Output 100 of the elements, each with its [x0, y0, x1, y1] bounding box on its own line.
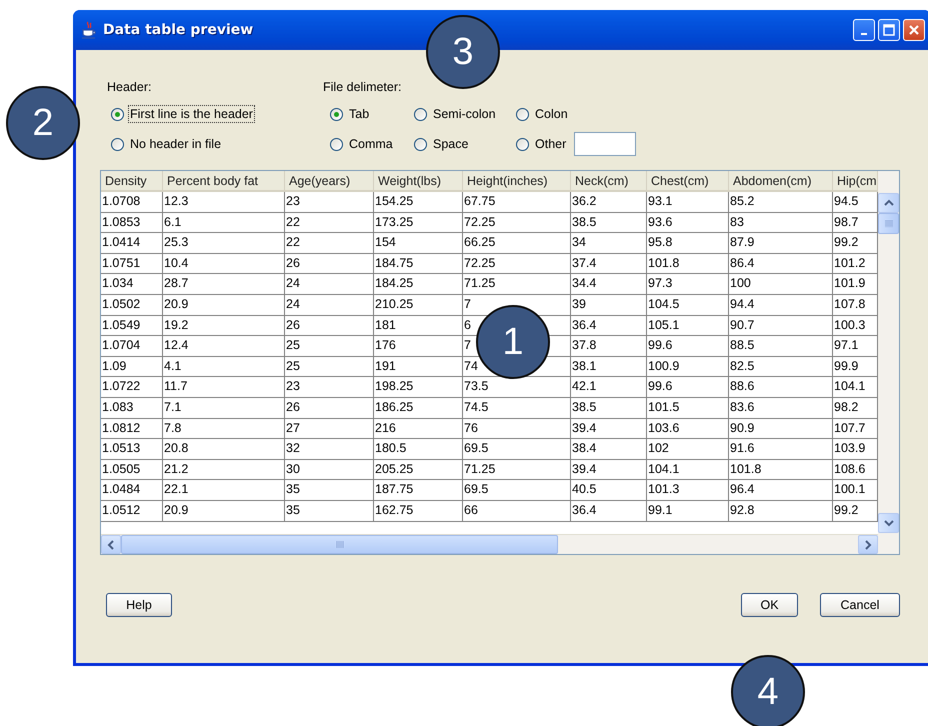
table-cell: 34.4: [571, 274, 647, 295]
table-cell: 69.5: [463, 439, 571, 460]
radio-option[interactable]: Space: [414, 129, 470, 159]
table-cell: 88.6: [729, 377, 833, 398]
horizontal-scrollbar[interactable]: [101, 534, 878, 554]
table-cell: 4.1: [163, 356, 285, 378]
table-cell: 67.75: [463, 192, 571, 213]
dialog-button[interactable]: Cancel: [820, 593, 900, 617]
table-cell: 22.1: [163, 480, 285, 501]
table-cell: 87.9: [729, 233, 833, 254]
table-cell: 22: [285, 233, 374, 254]
table-cell: 1.0549: [101, 316, 163, 336]
column-header[interactable]: Age(years): [285, 171, 374, 192]
column-header[interactable]: Chest(cm): [647, 171, 729, 192]
table-cell: 12.3: [163, 192, 285, 213]
table-cell: 105.1: [647, 316, 729, 336]
minimize-icon: [861, 33, 867, 35]
table-cell: 83: [729, 212, 833, 234]
table-cell: 1.0853: [101, 212, 163, 234]
table-cell: 39.4: [571, 418, 647, 440]
vertical-scrollbar[interactable]: [878, 171, 899, 554]
table-cell: 11.7: [163, 377, 285, 398]
column-header[interactable]: Weight(lbs): [374, 171, 463, 192]
table-cell: 37.4: [571, 254, 647, 274]
grip-icon: [336, 541, 344, 548]
table-cell: 93.6: [647, 212, 729, 234]
table-cell: 1.0751: [101, 254, 163, 274]
column-header[interactable]: Percent body fat: [163, 171, 285, 192]
close-button[interactable]: [903, 19, 925, 41]
table-cell: 100: [729, 274, 833, 295]
column-header[interactable]: Neck(cm): [571, 171, 647, 192]
callout-badge: 2: [6, 86, 80, 160]
table-cell: 36.4: [571, 316, 647, 336]
table-cell: 1.0708: [101, 192, 163, 213]
table-cell: 162.75: [374, 500, 463, 522]
radio-circle[interactable]: [516, 108, 529, 120]
table-cell: 35: [285, 480, 374, 501]
table-cell: 83.6: [729, 398, 833, 419]
table-cell: 20.8: [163, 439, 285, 460]
minimize-button[interactable]: [853, 19, 875, 41]
help-button[interactable]: Help: [106, 593, 172, 617]
table-cell: 32: [285, 439, 374, 460]
table-cell: 180.5: [374, 439, 463, 460]
table-cell: 184.75: [374, 254, 463, 274]
radio-option[interactable]: Tab: [330, 99, 372, 129]
table-cell: 23: [285, 192, 374, 213]
other-delimiter-field[interactable]: [574, 132, 636, 156]
table-cell: 74.5: [463, 398, 571, 419]
radio-option[interactable]: Other: [516, 129, 568, 159]
table-cell: 38.5: [571, 398, 647, 419]
table-cell: 1.0502: [101, 294, 163, 316]
table-cell: 10.4: [163, 254, 285, 274]
table-cell: 38.5: [571, 212, 647, 234]
radio-option[interactable]: First line is the header: [111, 99, 323, 129]
table-cell: 26: [285, 398, 374, 419]
radio-circle[interactable]: [111, 138, 124, 150]
radio-circle[interactable]: [330, 138, 343, 150]
radio-circle[interactable]: [414, 108, 427, 120]
table-cell: 1.0484: [101, 480, 163, 501]
window-title: Data table preview: [103, 22, 254, 38]
table-cell: 7.8: [163, 418, 285, 440]
table-cell: 36.4: [571, 500, 647, 522]
table-cell: 69.5: [463, 480, 571, 501]
table-cell: 1.0812: [101, 418, 163, 440]
radio-circle[interactable]: [330, 108, 343, 120]
table-cell: 173.25: [374, 212, 463, 234]
table-cell: 176: [374, 336, 463, 357]
header-label: Header:: [107, 80, 152, 94]
table-cell: 72.25: [463, 254, 571, 274]
maximize-button[interactable]: [878, 19, 900, 41]
column-header[interactable]: Height(inches): [463, 171, 571, 192]
table-cell: 101.5: [647, 398, 729, 419]
table-cell: 1.0704: [101, 336, 163, 357]
table-cell: 34: [571, 233, 647, 254]
column-header[interactable]: Abdomen(cm): [729, 171, 833, 192]
table-cell: 21.2: [163, 460, 285, 480]
radio-option[interactable]: Comma: [330, 129, 395, 159]
table-cell: 37.8: [571, 336, 647, 357]
dialog-button[interactable]: OK: [741, 593, 798, 617]
radio-option[interactable]: No header in file: [111, 129, 323, 159]
radio-option[interactable]: Colon: [516, 99, 570, 129]
delimiter-label: File delimeter:: [323, 80, 402, 94]
radio-circle[interactable]: [111, 108, 124, 120]
table-cell: 66.25: [463, 233, 571, 254]
table-cell: 85.2: [729, 192, 833, 213]
table-cell: 1.0512: [101, 500, 163, 522]
column-header[interactable]: Density: [101, 171, 163, 192]
table-cell: 1.09: [101, 356, 163, 378]
column-header[interactable]: Hip(cm: [833, 171, 878, 192]
table-cell: 100.9: [647, 356, 729, 378]
radio-circle[interactable]: [414, 138, 427, 150]
table-cell: 30: [285, 460, 374, 480]
table-cell: 40.5: [571, 480, 647, 501]
table-cell: 86.4: [729, 254, 833, 274]
radio-option[interactable]: Semi-colon: [414, 99, 498, 129]
table-cell: 23: [285, 377, 374, 398]
radio-circle[interactable]: [516, 138, 529, 150]
table-cell: 191: [374, 356, 463, 378]
table-cell: 28.7: [163, 274, 285, 295]
maximize-icon: [883, 24, 895, 36]
